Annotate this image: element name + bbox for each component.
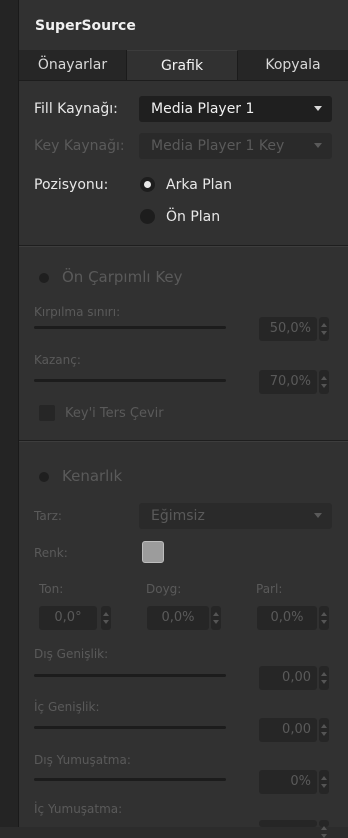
panel-title: SuperSource bbox=[35, 18, 136, 34]
outer-width-stepper[interactable] bbox=[319, 666, 329, 690]
outer-width-value-field[interactable]: 0,00 bbox=[259, 666, 317, 690]
fill-source-label: Fill Kaynağı: bbox=[34, 101, 118, 117]
border-title: Kenarlık bbox=[62, 467, 123, 485]
fill-source-dropdown[interactable]: Media Player 1 bbox=[139, 96, 332, 122]
inner-width-label: İç Genişlik: bbox=[34, 700, 100, 714]
clip-label: Kırpılma sınırı: bbox=[34, 305, 121, 319]
chevron-down-icon bbox=[314, 513, 322, 518]
radio-background[interactable] bbox=[140, 177, 155, 192]
inner-soft-value-field[interactable] bbox=[259, 820, 317, 827]
radio-foreground-label: Ön Plan bbox=[166, 209, 221, 225]
inner-width-slider[interactable] bbox=[34, 726, 226, 729]
inner-width-value-field[interactable]: 0,00 bbox=[259, 718, 317, 742]
invert-key-label: Key'i Ters Çevir bbox=[65, 406, 164, 421]
saturation-value-field[interactable]: 0,0% bbox=[147, 606, 209, 630]
clip-stepper[interactable] bbox=[319, 317, 329, 341]
style-label: Tarz: bbox=[34, 509, 62, 523]
border-toggle[interactable] bbox=[39, 472, 49, 482]
color-label: Renk: bbox=[34, 546, 68, 560]
inner-soft-label: İç Yumuşatma: bbox=[34, 802, 123, 816]
gain-slider[interactable] bbox=[34, 379, 226, 382]
chevron-down-icon bbox=[314, 143, 322, 148]
key-source-label: Key Kaynağı: bbox=[34, 138, 125, 154]
gain-stepper[interactable] bbox=[319, 370, 329, 394]
outer-soft-label: Dış Yumuşatma: bbox=[34, 753, 131, 767]
luminance-value-field[interactable]: 0,0% bbox=[257, 606, 317, 630]
tab-copy[interactable]: Kopyala bbox=[238, 50, 348, 80]
outer-soft-stepper[interactable] bbox=[319, 770, 329, 794]
hue-value-field[interactable]: 0,0° bbox=[39, 606, 97, 630]
inner-width-stepper[interactable] bbox=[319, 718, 329, 742]
radio-foreground[interactable] bbox=[140, 209, 155, 224]
gain-label: Kazanç: bbox=[34, 353, 81, 367]
outer-soft-slider[interactable] bbox=[34, 778, 226, 781]
key-source-dropdown[interactable]: Media Player 1 Key bbox=[139, 133, 332, 159]
tab-presets[interactable]: Önayarlar bbox=[19, 50, 127, 80]
outer-soft-value-field[interactable]: 0% bbox=[259, 770, 317, 794]
key-source-value: Media Player 1 Key bbox=[151, 138, 285, 154]
outer-width-label: Dış Genişlik: bbox=[34, 647, 109, 661]
saturation-stepper[interactable] bbox=[211, 606, 221, 630]
premult-key-title: Ön Çarpımlı Key bbox=[62, 268, 183, 286]
clip-value-field[interactable]: 50,0% bbox=[259, 317, 317, 341]
premult-key-toggle[interactable] bbox=[39, 273, 49, 283]
outer-width-slider[interactable] bbox=[34, 674, 226, 677]
chevron-down-icon bbox=[314, 106, 322, 111]
border-style-value: Eğimsiz bbox=[151, 508, 205, 524]
luminance-stepper[interactable] bbox=[319, 606, 329, 630]
supersource-panel: SuperSource Önayarlar Grafik Kopyala Fil… bbox=[18, 0, 348, 838]
inner-soft-stepper[interactable] bbox=[319, 820, 329, 838]
tab-graphic[interactable]: Grafik bbox=[127, 50, 238, 80]
hue-stepper[interactable] bbox=[101, 606, 111, 630]
border-style-dropdown[interactable]: Eğimsiz bbox=[139, 503, 332, 529]
luminance-label: Parl: bbox=[256, 582, 283, 596]
position-label: Pozisyonu: bbox=[34, 177, 109, 193]
radio-background-label: Arka Plan bbox=[166, 177, 233, 193]
border-color-swatch[interactable] bbox=[142, 541, 164, 563]
gain-value-field[interactable]: 70,0% bbox=[259, 370, 317, 394]
fill-source-value: Media Player 1 bbox=[151, 101, 255, 117]
divider bbox=[19, 441, 348, 442]
tab-bar: Önayarlar Grafik Kopyala bbox=[19, 50, 348, 81]
hue-label: Ton: bbox=[39, 582, 64, 596]
invert-key-checkbox[interactable] bbox=[39, 405, 55, 421]
clip-slider[interactable] bbox=[34, 326, 226, 329]
saturation-label: Doyg: bbox=[146, 582, 182, 596]
divider bbox=[19, 246, 348, 247]
